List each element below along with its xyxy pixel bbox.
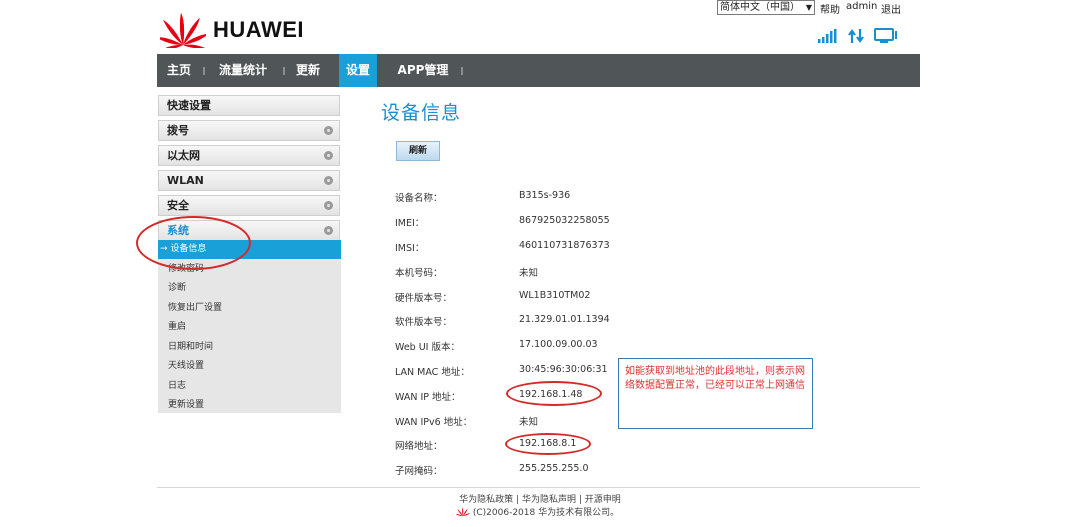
sidebar-item-antenna-settings[interactable]: 天线设置 <box>158 357 341 376</box>
sidebar-ethernet[interactable]: 以太网 <box>158 145 340 166</box>
status-icons <box>818 27 898 45</box>
sidebar-item-update-settings[interactable]: 更新设置 <box>158 396 341 415</box>
open-source-link[interactable]: 开源申明 <box>585 495 621 505</box>
nav-settings[interactable]: 设置 <box>339 54 377 87</box>
info-value: WL1B310TM02 <box>519 290 591 301</box>
highlight-ellipse-system <box>136 216 251 270</box>
language-select[interactable]: 简体中文（中国） ▼ <box>717 0 815 15</box>
huawei-small-logo-icon <box>455 507 471 517</box>
data-transfer-icon <box>848 29 864 43</box>
privacy-statement-link[interactable]: 华为隐私声明 <box>522 495 576 505</box>
sidebar-wlan[interactable]: WLAN <box>158 170 340 191</box>
info-value: 17.100.09.00.03 <box>519 339 598 350</box>
sidebar-item-diagnosis[interactable]: 诊断 <box>158 279 341 298</box>
sidebar-item-date-time[interactable]: 日期和时间 <box>158 338 341 357</box>
footer-copyright: (C)2006-2018 华为技术有限公司。 <box>455 505 620 518</box>
info-label: IMEI： <box>395 218 425 229</box>
user-name: admin <box>846 1 878 12</box>
info-value: 未知 <box>519 268 539 279</box>
nav-separator <box>283 67 285 75</box>
sidebar-quick-setup[interactable]: 快速设置 <box>158 95 340 116</box>
sidebar-item-reboot[interactable]: 重启 <box>158 318 341 337</box>
info-label: Web UI 版本： <box>395 342 461 353</box>
collapse-circle-icon <box>324 226 333 235</box>
sidebar-item-factory-reset[interactable]: 恢复出厂设置 <box>158 299 341 318</box>
refresh-button[interactable]: 刷新 <box>396 141 440 161</box>
highlight-ellipse-network-address <box>505 433 591 455</box>
sidebar-item-label: 快速设置 <box>167 99 211 112</box>
logout-link[interactable]: 退出 <box>881 1 901 16</box>
sidebar-item-label: 以太网 <box>167 149 200 162</box>
expand-circle-icon <box>324 201 333 210</box>
privacy-policy-link[interactable]: 华为隐私政策 <box>459 495 513 505</box>
info-value: B315s-936 <box>519 190 571 201</box>
info-value: 30:45:96:30:06:31 <box>519 364 608 375</box>
sidebar-dialup[interactable]: 拨号 <box>158 120 340 141</box>
help-link[interactable]: 帮助 <box>820 1 840 16</box>
info-value: 460110731876373 <box>519 240 610 251</box>
main-navbar: 主页 流量统计 更新 设置 APP管理 <box>157 54 920 87</box>
footer-separator: | <box>578 495 582 505</box>
nav-traffic-stats[interactable]: 流量统计 <box>213 54 273 87</box>
sidebar-item-label: WLAN <box>167 174 204 187</box>
brand-name: HUAWEI <box>213 17 304 42</box>
sidebar-item-label: 安全 <box>167 199 189 212</box>
nav-separator <box>461 67 463 75</box>
footer-divider <box>157 487 920 488</box>
info-value: 255.255.255.0 <box>519 463 589 474</box>
info-label: 硬件版本号： <box>395 293 453 304</box>
annotation-note: 如能获取到地址池的此段地址，则表示网络数据配置正常，已经可以正常上网通信 <box>618 358 813 429</box>
info-label: WAN IPv6 地址： <box>395 417 473 428</box>
info-value: 21.329.01.01.1394 <box>519 314 610 325</box>
nav-app-management[interactable]: APP管理 <box>393 54 453 87</box>
copyright-text: (C)2006-2018 华为技术有限公司。 <box>472 508 620 518</box>
nav-home[interactable]: 主页 <box>161 54 197 87</box>
info-value: 867925032258055 <box>519 215 610 226</box>
info-label: 本机号码： <box>395 268 443 279</box>
info-label: IMSI： <box>395 243 425 254</box>
language-select-value: 简体中文（中国） <box>720 2 800 13</box>
info-label: LAN MAC 地址： <box>395 367 470 378</box>
signal-bars-icon <box>818 29 837 43</box>
sidebar-security[interactable]: 安全 <box>158 195 340 216</box>
highlight-ellipse-wan-ip <box>506 381 602 406</box>
expand-circle-icon <box>324 126 333 135</box>
info-value: 未知 <box>519 417 539 428</box>
info-label: WAN IP 地址： <box>395 392 461 403</box>
info-label: 网络地址： <box>395 441 443 452</box>
nav-separator <box>203 67 205 75</box>
page-title: 设备信息 <box>381 102 462 124</box>
monitor-icon <box>874 28 897 43</box>
footer-separator: | <box>516 495 520 505</box>
sidebar-item-label: 拨号 <box>167 124 189 137</box>
info-label: 软件版本号： <box>395 317 453 328</box>
huawei-logo-icon <box>160 13 206 48</box>
info-label: 子网掩码： <box>395 466 443 477</box>
info-label: 设备名称： <box>395 193 443 204</box>
expand-circle-icon <box>324 176 333 185</box>
nav-update[interactable]: 更新 <box>291 54 325 87</box>
footer-links: 华为隐私政策 | 华为隐私声明 | 开源申明 <box>0 492 1080 505</box>
chevron-down-icon: ▼ <box>805 3 812 12</box>
sidebar-item-log[interactable]: 日志 <box>158 377 341 396</box>
expand-circle-icon <box>324 151 333 160</box>
